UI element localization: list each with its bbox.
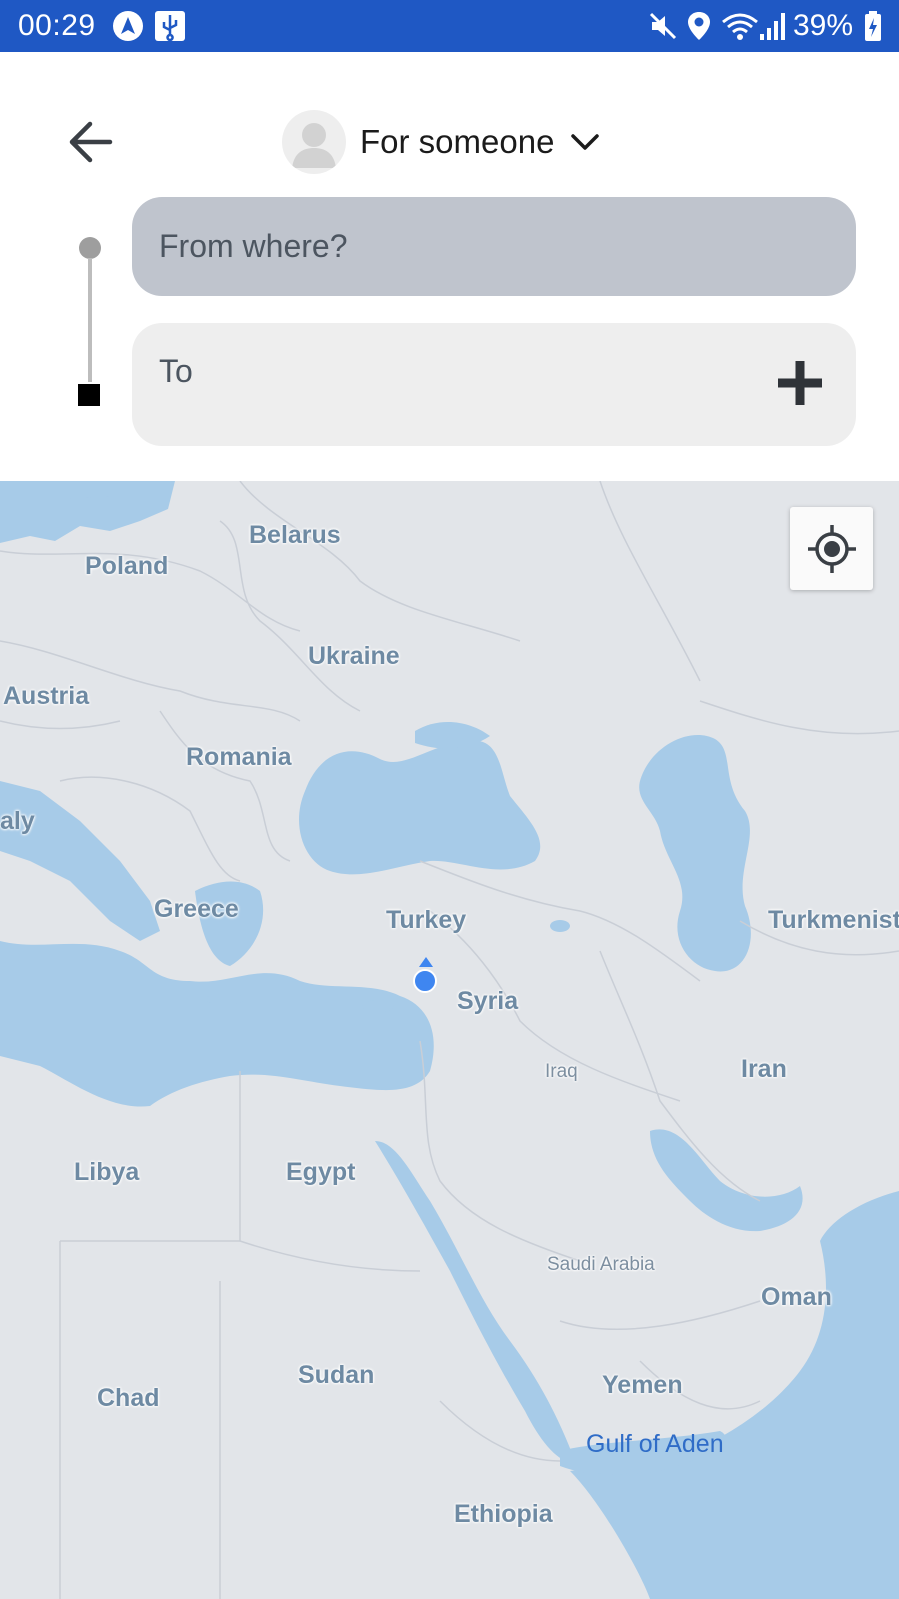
- map-label-turkmenistan: Turkmenist: [768, 906, 899, 934]
- selector-label: For someone: [360, 123, 555, 160]
- person-icon: [292, 123, 336, 168]
- back-button[interactable]: [60, 112, 120, 172]
- map-label-austria: Austria: [3, 682, 90, 710]
- current-location-dot: [413, 969, 437, 993]
- add-stop-button[interactable]: [774, 357, 826, 409]
- status-time: 00:29: [18, 9, 96, 42]
- from-placeholder: From where?: [159, 228, 348, 264]
- map-label-greece: Greece: [154, 895, 239, 923]
- map-label-chad: Chad: [97, 1384, 160, 1412]
- navigation-app-icon: [112, 10, 144, 42]
- map-label-romania: Romania: [186, 743, 292, 771]
- origin-dot: [79, 237, 101, 259]
- avatar: [282, 110, 346, 174]
- to-placeholder: To: [159, 353, 193, 389]
- map-label-syria: Syria: [457, 987, 519, 1015]
- route-connector: [88, 258, 92, 382]
- rider-selector[interactable]: For someone: [282, 108, 600, 176]
- map-base: [0, 481, 899, 1599]
- battery-level: 39%: [792, 9, 853, 42]
- map-label-turkey: Turkey: [386, 906, 467, 934]
- map-label-egypt: Egypt: [286, 1158, 356, 1186]
- map-label-iraq: Iraq: [545, 1061, 578, 1082]
- arrow-left-icon: [69, 121, 113, 163]
- destination-square: [78, 384, 100, 406]
- signal-icon: [758, 10, 786, 42]
- usb-icon: [154, 10, 186, 42]
- map-label-yemen: Yemen: [602, 1371, 683, 1399]
- map-label-iran: Iran: [741, 1055, 787, 1083]
- battery-charging-icon: [864, 10, 882, 42]
- status-bar: 00:29 39%: [0, 0, 899, 52]
- from-input[interactable]: From where?: [132, 197, 856, 296]
- map-label-libya: Libya: [74, 1158, 140, 1186]
- mute-icon: [648, 10, 678, 42]
- map-label-ethiopia: Ethiopia: [454, 1500, 553, 1528]
- map-label-gulf-of-aden: Gulf of Aden: [586, 1430, 724, 1458]
- map-label-italy: aly: [0, 807, 35, 835]
- chevron-down-icon: [570, 132, 600, 152]
- map-label-oman: Oman: [761, 1283, 832, 1311]
- map-view[interactable]: Belarus Poland Ukraine Austria Romania a…: [0, 481, 899, 1599]
- heading-indicator: [419, 957, 433, 967]
- to-input[interactable]: To: [132, 323, 856, 446]
- map-label-sudan: Sudan: [298, 1361, 375, 1389]
- wifi-icon: [720, 10, 760, 42]
- my-location-button[interactable]: [790, 507, 873, 590]
- my-location-icon: [807, 524, 856, 573]
- plus-icon: [778, 361, 822, 405]
- map-label-saudi-arabia: Saudi Arabia: [547, 1254, 655, 1275]
- location-icon: [686, 10, 712, 42]
- map-label-belarus: Belarus: [249, 521, 341, 549]
- map-label-poland: Poland: [85, 552, 169, 580]
- map-label-ukraine: Ukraine: [308, 642, 400, 670]
